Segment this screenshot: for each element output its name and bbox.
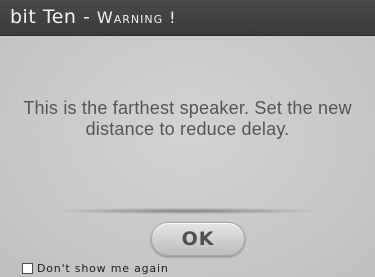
dialog-title: bit Ten - Warning ! (10, 6, 177, 29)
title-warning-label: Warning ! (96, 8, 177, 27)
dont-show-again-option[interactable]: Don't show me again (22, 262, 169, 275)
dialog-body: This is the farthest speaker. Set the ne… (0, 36, 375, 277)
title-bar: bit Ten - Warning ! (0, 0, 375, 36)
title-app-name: bit Ten - (10, 6, 97, 28)
ok-button-label: OK (181, 228, 215, 250)
warning-dialog: bit Ten - Warning ! This is the farthest… (0, 0, 375, 277)
checkbox-unchecked-icon[interactable] (22, 263, 33, 274)
warning-message: This is the farthest speaker. Set the ne… (23, 98, 352, 139)
dont-show-again-label: Don't show me again (37, 262, 169, 275)
ok-button[interactable]: OK (151, 222, 245, 256)
divider (60, 208, 315, 214)
